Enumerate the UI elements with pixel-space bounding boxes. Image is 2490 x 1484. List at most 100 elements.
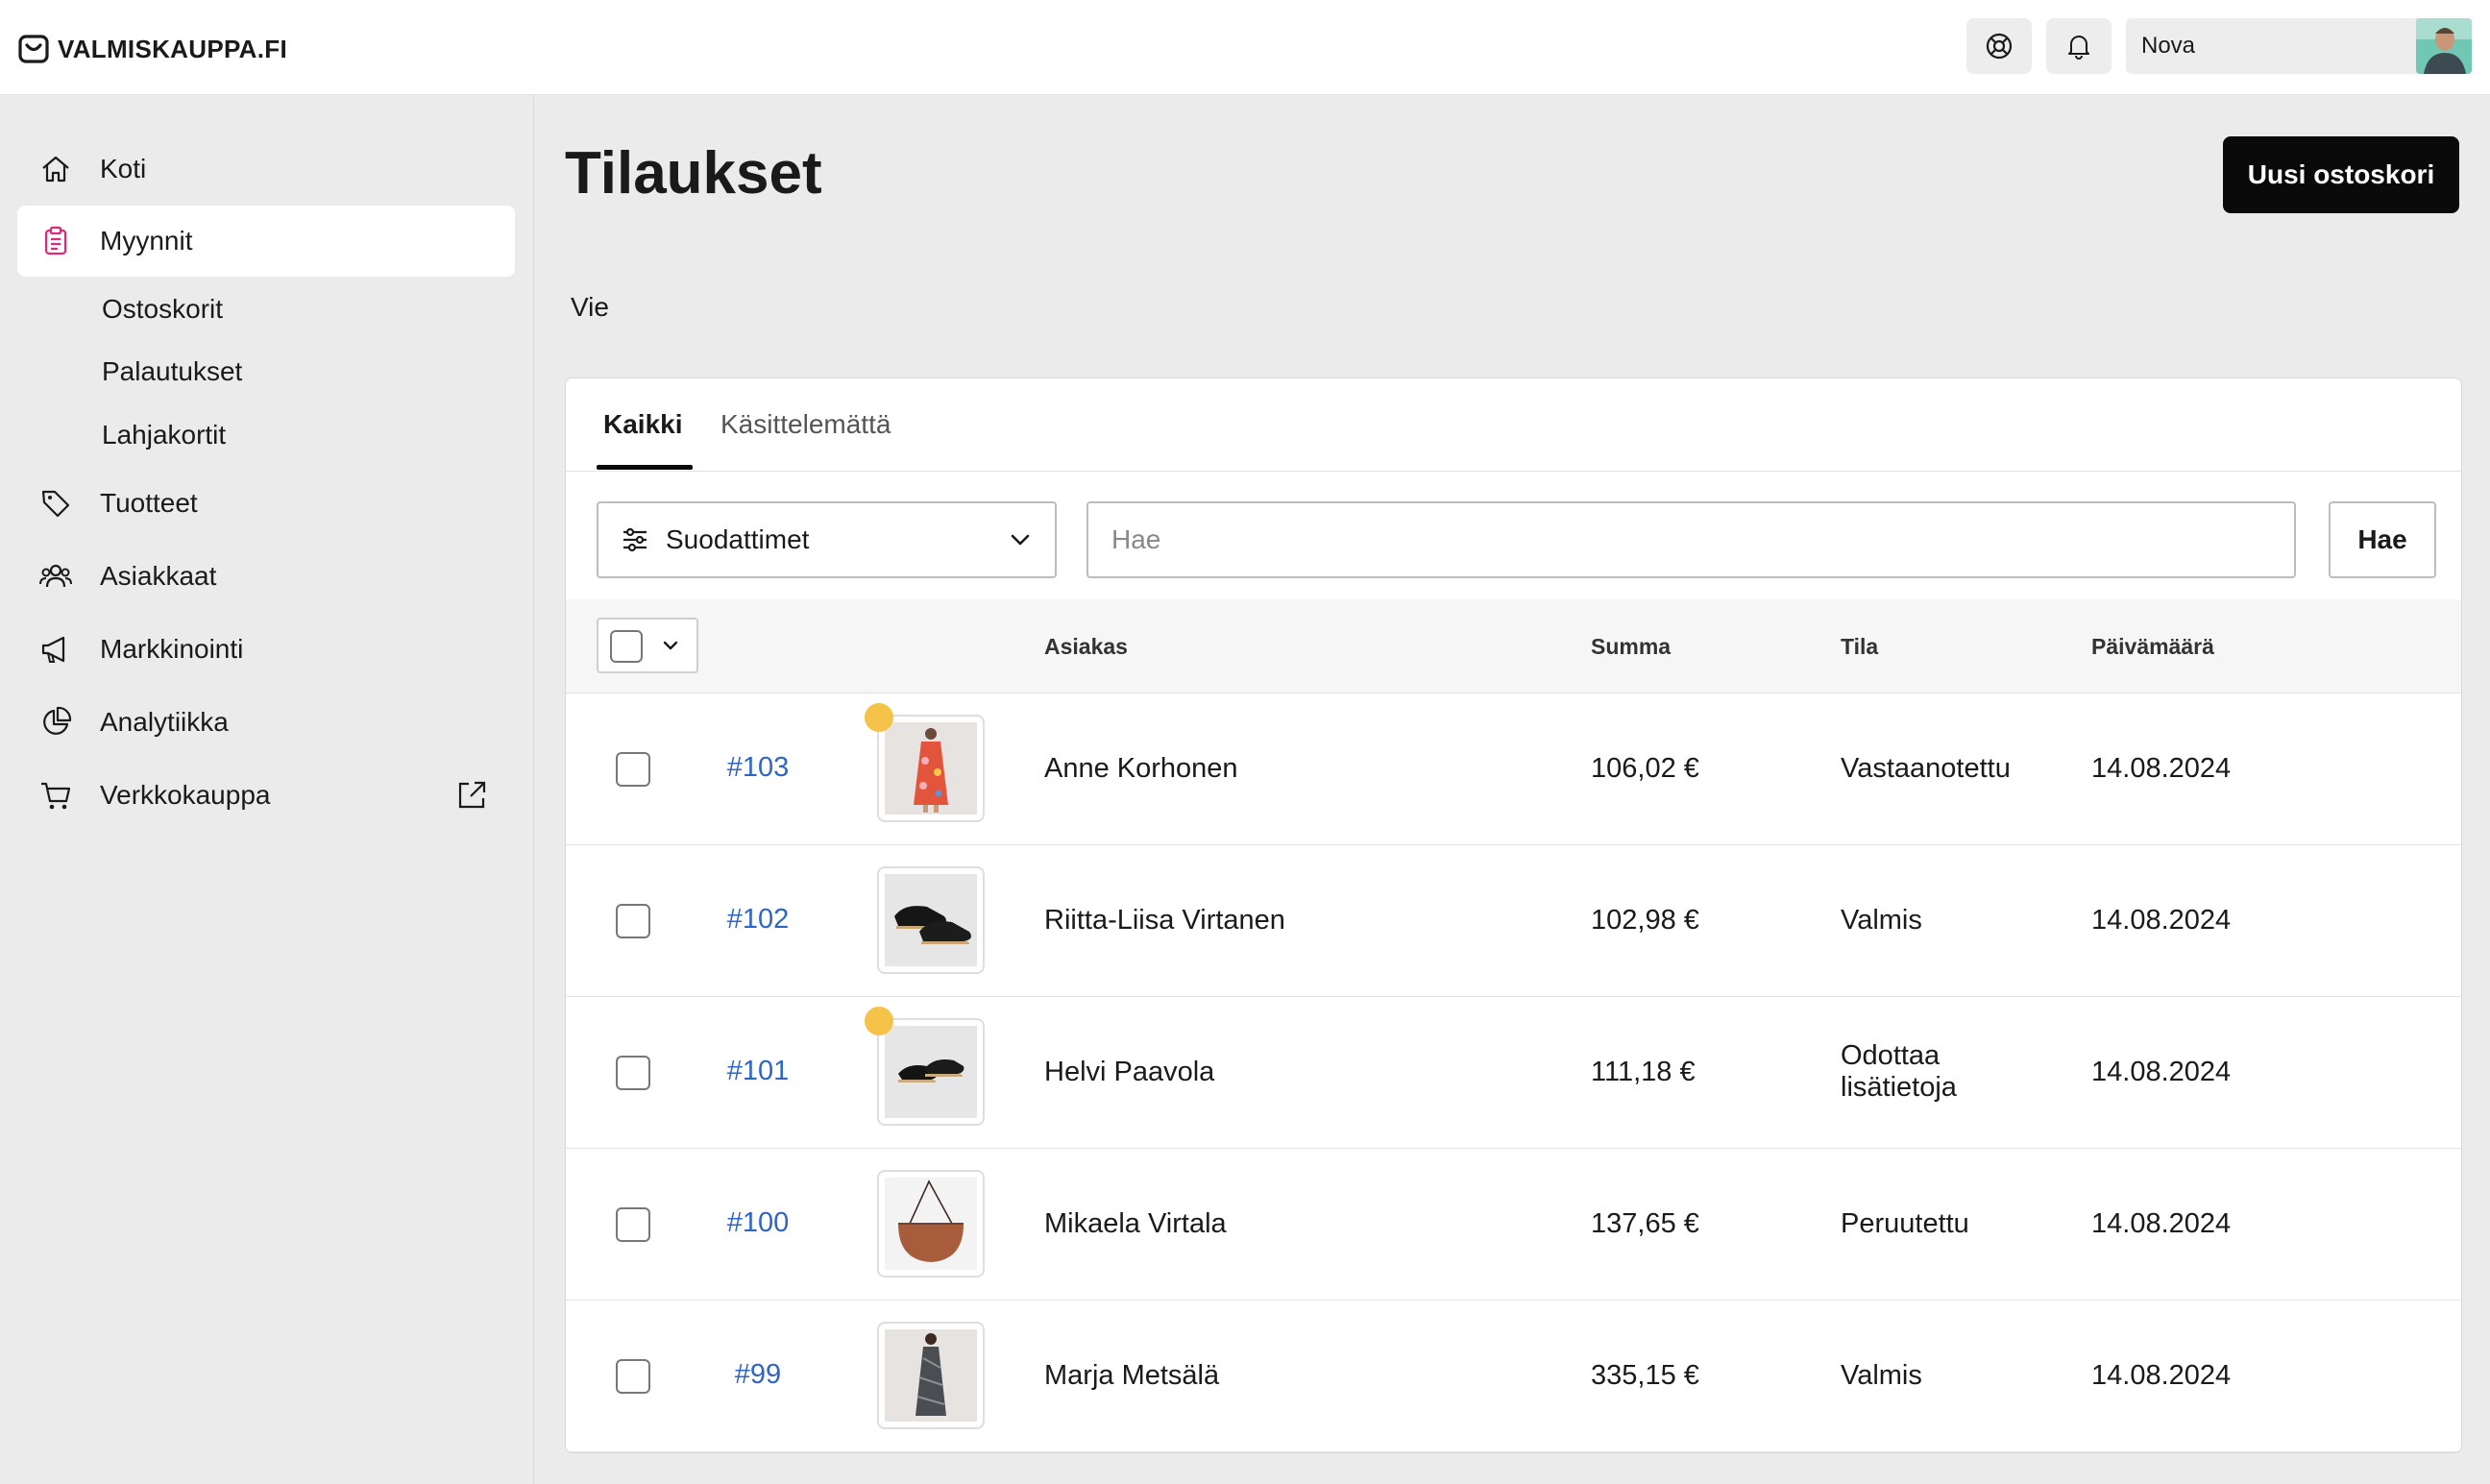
sidebar-item-sales[interactable]: Myynnit [17,206,515,277]
flag-dot [865,1007,893,1035]
sidebar-item-label: Verkkokauppa [100,780,271,810]
user-name: Nova [2141,33,2196,59]
help-button[interactable] [1966,18,2032,74]
order-link[interactable]: #100 [700,1207,816,1239]
sidebar-item-products[interactable]: Tuotteet [17,468,515,539]
row-checkbox[interactable] [616,1207,650,1242]
row-checkbox[interactable] [616,752,650,787]
sidebar-subitem-giftcards[interactable]: Lahjakortit [102,420,226,450]
order-status: Valmis [1841,1360,1922,1391]
product-thumbnail [877,715,985,822]
product-thumbnail [877,1018,985,1126]
product-thumbnail [877,1170,985,1277]
export-button[interactable]: Vie [571,292,609,323]
table-row[interactable]: #100 Mikaela Virtala 137,65 € Peruutettu… [566,1149,2461,1301]
customer-name: Riitta-Liisa Virtanen [1044,905,1285,936]
customer-name: Helvi Paavola [1044,1057,1215,1087]
tab-all[interactable]: Kaikki [603,409,683,440]
sidebar-subitem-returns[interactable]: Palautukset [102,356,242,387]
order-sum: 335,15 € [1591,1360,1699,1391]
order-status: Odottaa lisätietoja [1841,1040,1957,1103]
chevron-down-icon [1011,534,1030,546]
tab-unprocessed[interactable]: Käsittelemättä [720,409,891,440]
notifications-button[interactable] [2046,18,2112,74]
order-link[interactable]: #101 [700,1056,816,1087]
sidebar-item-home[interactable]: Koti [17,134,515,205]
user-menu[interactable]: Nova [2126,18,2472,74]
order-date: 14.08.2024 [2091,1057,2232,1087]
table-header: Asiakas Summa Tila Päivämäärä [566,599,2461,693]
order-sum: 102,98 € [1591,905,1699,936]
tag-icon [38,486,73,521]
order-date: 14.08.2024 [2091,905,2232,936]
filters-label: Suodattimet [666,524,810,554]
order-link[interactable]: #102 [700,904,816,936]
pie-chart-icon [38,705,73,740]
brand-name: VALMISKAUPPA.FI [58,34,287,63]
megaphone-icon [38,632,73,667]
order-status: Peruutettu [1841,1208,1969,1239]
table-row[interactable]: #103 Anne Korhonen 106,02 € Vastaanotett… [566,693,2461,845]
search-button[interactable]: Hae [2329,501,2436,578]
table-row[interactable]: #101 Helvi Paavola 111,18 € Odottaa lisä… [566,997,2461,1149]
customer-name: Anne Korhonen [1044,753,1238,784]
sidebar-item-label: Analytiikka [100,707,229,737]
chevron-down-icon [663,641,678,650]
order-status: Valmis [1841,905,1922,936]
sidebar-subitem-carts[interactable]: Ostoskorit [102,294,223,325]
sidebar: Koti Myynnit Ostoskorit Palautukset Lahj… [0,95,534,1484]
users-icon [38,559,73,594]
column-header-date[interactable]: Päivämäärä [2091,634,2214,660]
order-sum: 137,65 € [1591,1208,1699,1239]
lifebuoy-icon [1986,33,2013,60]
flag-dot [865,703,893,732]
column-header-status[interactable]: Tila [1841,634,1878,660]
row-checkbox[interactable] [616,1056,650,1090]
bulk-select-dropdown[interactable] [597,618,698,673]
sidebar-item-label: Tuotteet [100,488,198,518]
table-row[interactable]: #102 Riitta-Liisa Virtanen 102,98 € Valm… [566,845,2461,997]
order-date: 14.08.2024 [2091,1360,2232,1391]
filters-dropdown[interactable]: Suodattimet [597,501,1057,578]
brand-logo[interactable]: VALMISKAUPPA.FI [17,29,287,69]
sidebar-item-label: Myynnit [100,226,193,255]
home-icon [38,152,73,186]
order-sum: 106,02 € [1591,753,1699,784]
order-link[interactable]: #103 [700,752,816,784]
external-link-icon[interactable] [455,779,488,812]
page-title: Tilaukset [565,140,822,207]
orders-card: Kaikki Käsittelemättä Suodattimet Hae As… [565,377,2462,1453]
active-tab-indicator [597,465,693,470]
order-date: 14.08.2024 [2091,1208,2232,1239]
sidebar-item-marketing[interactable]: Markkinointi [17,614,515,685]
order-status: Vastaanotettu [1841,753,2011,784]
column-header-customer[interactable]: Asiakas [1044,634,1128,660]
order-link[interactable]: #99 [700,1359,816,1391]
new-cart-button[interactable]: Uusi ostoskori [2223,136,2459,213]
row-checkbox[interactable] [616,1359,650,1394]
order-sum: 111,18 € [1591,1057,1696,1087]
product-thumbnail [877,1322,985,1429]
row-checkbox[interactable] [616,904,650,938]
sidebar-item-label: Markkinointi [100,634,244,664]
sidebar-item-customers[interactable]: Asiakkaat [17,541,515,612]
search-input[interactable] [1086,501,2296,578]
select-all-checkbox[interactable] [610,630,643,663]
bell-icon [2068,36,2089,60]
product-thumbnail [877,866,985,974]
sliders-icon [623,527,647,552]
tab-bar: Kaikki Käsittelemättä [566,378,2461,472]
sidebar-item-label: Koti [100,154,147,183]
customer-name: Marja Metsälä [1044,1360,1220,1391]
sidebar-item-label: Asiakkaat [100,561,217,591]
customer-name: Mikaela Virtala [1044,1208,1227,1239]
cart-icon [38,778,73,813]
clipboard-icon [38,224,73,258]
column-header-sum[interactable]: Summa [1591,634,1671,660]
avatar [2416,18,2472,74]
sidebar-item-webshop[interactable]: Verkkokauppa [17,760,515,831]
bag-smile-icon [18,35,49,63]
table-row[interactable]: #99 Marja Metsälä 335,15 € Valmis 14.08.… [566,1301,2461,1452]
top-bar: VALMISKAUPPA.FI Nova [0,0,2490,95]
sidebar-item-analytics[interactable]: Analytiikka [17,687,515,758]
